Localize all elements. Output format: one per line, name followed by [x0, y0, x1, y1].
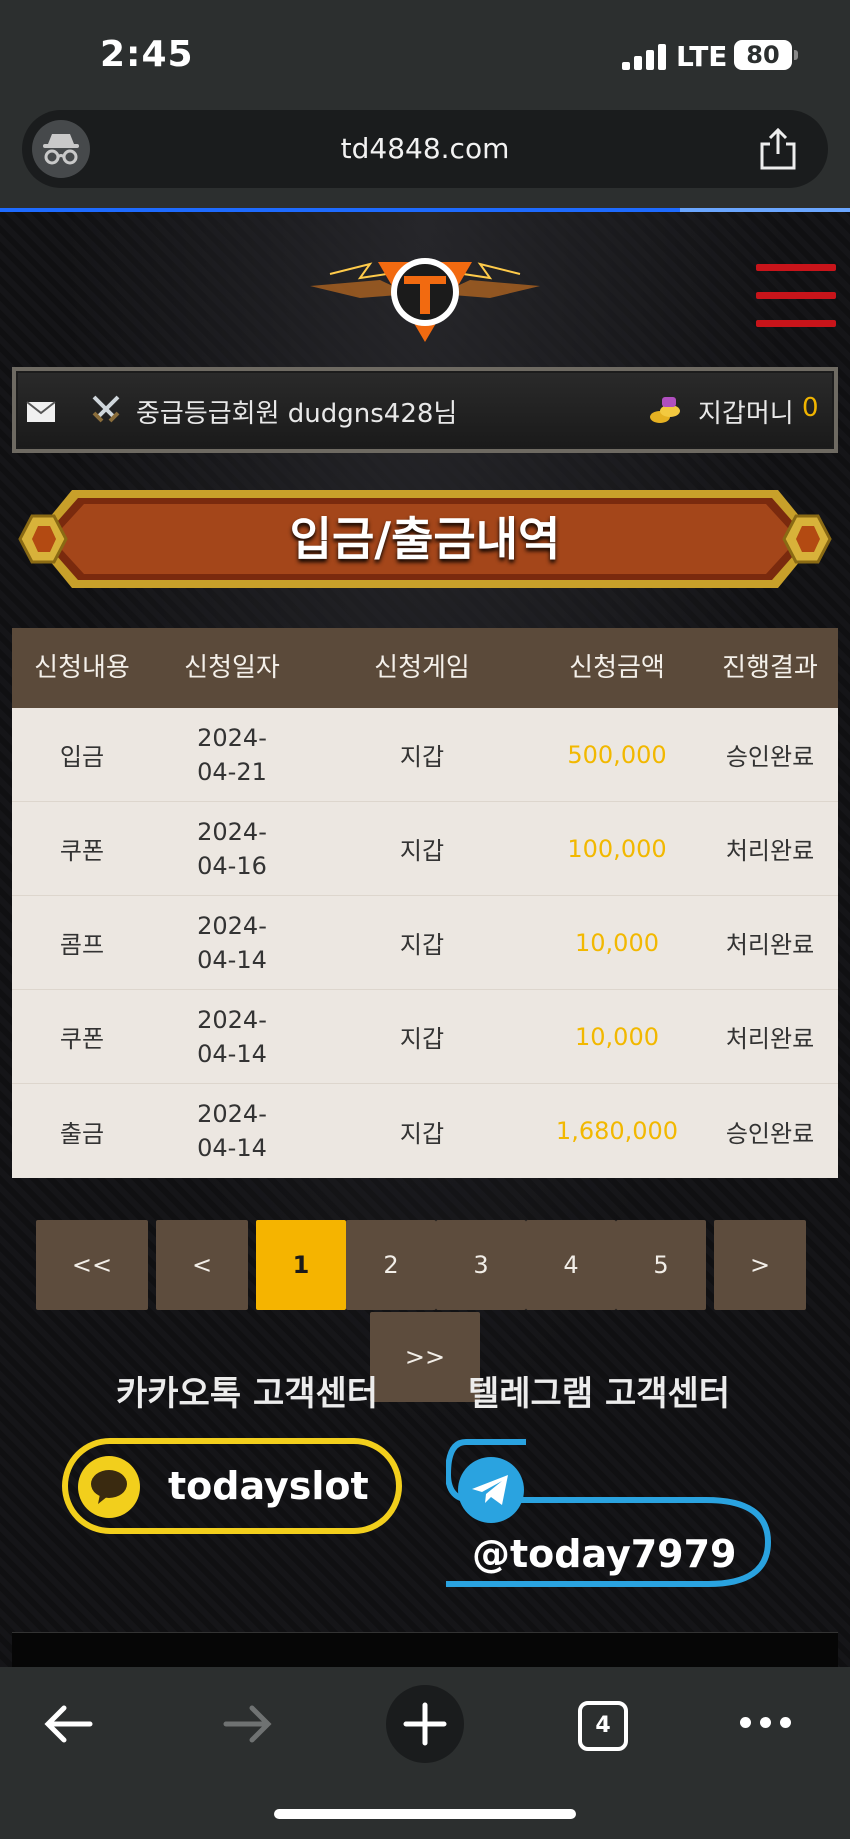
page-next-button[interactable]: >: [714, 1220, 806, 1310]
cell-game: 지갑: [399, 931, 445, 959]
browser-toolbar: td4848.com: [0, 110, 850, 210]
battery-icon: 80: [734, 40, 792, 70]
cell-status: 처리완료: [725, 931, 815, 959]
home-indicator: [274, 1809, 576, 1819]
cell-game: 지갑: [399, 743, 445, 771]
plus-icon[interactable]: [386, 1685, 464, 1763]
table-row: 쿠폰 2024-04-14 지갑 10,000 처리완료: [12, 990, 838, 1084]
user-info-bar: 중급등급회원 dudgns428님 지갑머니 0: [12, 367, 838, 453]
crossed-swords-icon: [90, 393, 122, 425]
telegram-support-title: 텔레그램 고객센터: [468, 1374, 731, 1414]
table-row: 입금 2024-04-21 지갑 500,000 승인완료: [12, 708, 838, 802]
cell-date-wrap: 2024-04-21: [152, 708, 312, 801]
cell-type: 쿠폰: [59, 837, 105, 865]
cell-game: 지갑: [399, 1119, 445, 1148]
cell-date-wrap: 2024-04-14: [152, 896, 312, 989]
cell-date-wrap: 2024-04-14: [152, 1084, 312, 1178]
address-bar[interactable]: td4848.com: [22, 110, 828, 188]
page-button-2[interactable]: 2: [346, 1220, 436, 1310]
page-button-3[interactable]: 3: [436, 1220, 526, 1310]
wallet-value: 0: [802, 393, 819, 423]
cell-amount: 10,000: [575, 1022, 659, 1051]
menu-icon[interactable]: [756, 264, 836, 330]
cell-date: 2024-04-16: [197, 817, 267, 880]
table-row: 출금 2024-04-14 지갑 1,680,000 승인완료: [12, 1084, 838, 1178]
table-row: 콤프 2024-04-14 지갑 10,000 처리완료: [12, 896, 838, 990]
more-icon[interactable]: [740, 1717, 791, 1729]
page-button-1[interactable]: 1: [256, 1220, 346, 1310]
member-label: 중급등급회원 dudgns428님: [136, 399, 458, 429]
cell-amount: 100,000: [567, 834, 667, 863]
header-amount: 신청금액: [569, 653, 665, 683]
cell-amount: 500,000: [567, 740, 667, 769]
cell-date-wrap: 2024-04-14: [152, 990, 312, 1083]
gold-coins-icon: [648, 395, 682, 425]
table-body: 입금 2024-04-21 지갑 500,000 승인완료 쿠폰 2024-04…: [12, 708, 838, 1178]
cell-date: 2024-04-14: [197, 911, 267, 974]
header-type: 신청내용: [34, 653, 130, 683]
page-button-5[interactable]: 5: [616, 1220, 706, 1310]
cell-amount: 1,680,000: [555, 1117, 679, 1145]
kakao-support-title: 카카오톡 고객센터: [116, 1374, 379, 1414]
page-first-button[interactable]: <<: [36, 1220, 148, 1310]
telegram-id[interactable]: @today7979: [472, 1532, 736, 1576]
url-text[interactable]: td4848.com: [22, 110, 828, 188]
header-status: 진행결과: [722, 653, 818, 683]
page-prev-button[interactable]: <: [156, 1220, 248, 1310]
status-time: 2:45: [100, 34, 194, 75]
status-bar: 2:45 LTE 80: [0, 0, 850, 110]
tab-count-button[interactable]: 4: [578, 1701, 628, 1751]
cell-type: 쿠폰: [59, 1025, 105, 1053]
cell-status: 승인완료: [725, 743, 815, 771]
page-content: 중급등급회원 dudgns428님 지갑머니 0 입금/출금내역 신청내용 신청…: [0, 212, 850, 1667]
mail-icon[interactable]: [26, 401, 56, 423]
page-button-4[interactable]: 4: [526, 1220, 616, 1310]
signal-icon: [622, 44, 666, 70]
cell-game: 지갑: [399, 1025, 445, 1053]
forward-arrow-icon[interactable]: [220, 1699, 276, 1749]
table-header: 신청내용 신청일자 신청게임 신청금액 진행결과: [12, 628, 838, 708]
browser-bottom-bar: 4: [0, 1667, 850, 1839]
cell-date: 2024-04-14: [197, 1100, 267, 1162]
cell-type: 출금: [59, 1119, 105, 1148]
page-last-button[interactable]: >>: [370, 1312, 480, 1402]
header-game: 신청게임: [374, 653, 470, 683]
kakao-id[interactable]: todayslot: [168, 1444, 369, 1528]
cell-date-wrap: 2024-04-16: [152, 802, 312, 895]
back-arrow-icon[interactable]: [40, 1699, 96, 1749]
kakao-chat-icon: [78, 1456, 140, 1518]
page-title: 입금/출금내역: [289, 512, 561, 566]
cell-amount: 10,000: [575, 928, 659, 957]
transaction-table: 신청내용 신청일자 신청게임 신청금액 진행결과 입금 2024-04-21 지…: [12, 628, 838, 1178]
cell-date: 2024-04-14: [197, 1005, 267, 1068]
cell-status: 처리완료: [725, 837, 815, 865]
battery-tip: [794, 50, 798, 60]
page-title-banner: 입금/출금내역: [12, 480, 838, 598]
network-label: LTE: [676, 40, 728, 73]
cell-game: 지갑: [399, 837, 445, 865]
wallet-label: 지갑머니: [698, 399, 794, 429]
kakao-support-button[interactable]: todayslot: [62, 1438, 402, 1534]
table-row: 쿠폰 2024-04-16 지갑 100,000 처리완료: [12, 802, 838, 896]
footer-strip: [12, 1632, 838, 1667]
telegram-icon[interactable]: [458, 1457, 524, 1523]
incognito-icon[interactable]: [32, 120, 90, 178]
cell-status: 승인완료: [725, 1119, 815, 1148]
header-date: 신청일자: [184, 653, 280, 683]
site-logo[interactable]: [300, 234, 550, 364]
cell-type: 입금: [59, 743, 105, 771]
cell-type: 콤프: [59, 931, 105, 959]
cell-status: 처리완료: [725, 1025, 815, 1053]
share-icon[interactable]: [758, 126, 798, 170]
cell-date: 2024-04-21: [197, 723, 267, 786]
